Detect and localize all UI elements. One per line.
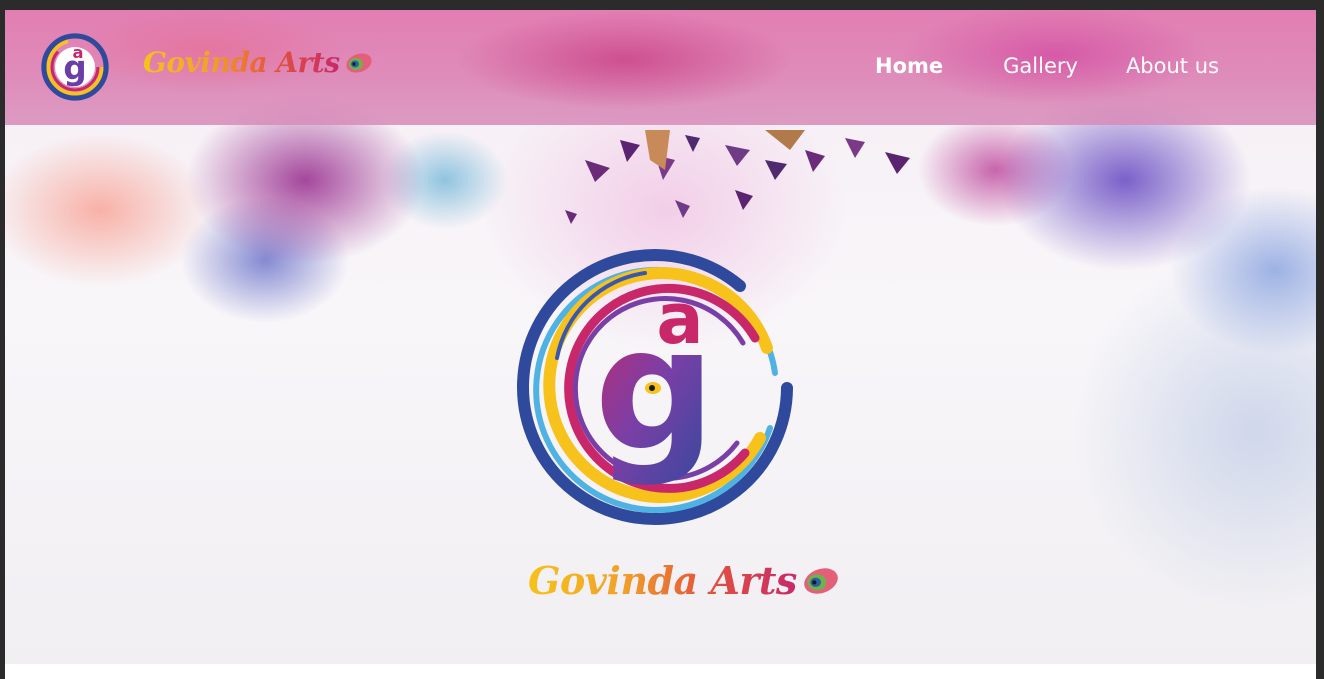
ga-circle-logo-icon[interactable]: g a (38, 30, 112, 104)
brand-name: Govinda Arts (143, 46, 340, 79)
peacock-feather-icon (804, 567, 838, 594)
svg-text:a: a (656, 278, 703, 360)
triangle-shards-decoration (565, 130, 910, 224)
hero-wordmark: Govinda Arts (528, 558, 841, 603)
top-navbar: g a Govinda Arts Home Gallery About us (5, 10, 1316, 125)
nav-gallery-link[interactable]: Gallery (1003, 54, 1078, 78)
hero-title: Govinda Arts (528, 558, 797, 603)
page-frame: g a Govinda Arts Home Gallery About us g… (5, 10, 1316, 664)
brand-wordmark[interactable]: Govinda Arts (143, 46, 374, 79)
svg-text:a: a (72, 43, 83, 62)
main-nav: Home Gallery About us (855, 54, 1219, 78)
nav-home-link[interactable]: Home (875, 54, 943, 78)
page-bottom-strip (5, 664, 1316, 679)
hero-ga-logo-icon: g a (517, 249, 793, 525)
nav-about-link[interactable]: About us (1126, 54, 1219, 78)
peacock-feather-icon (345, 52, 372, 73)
